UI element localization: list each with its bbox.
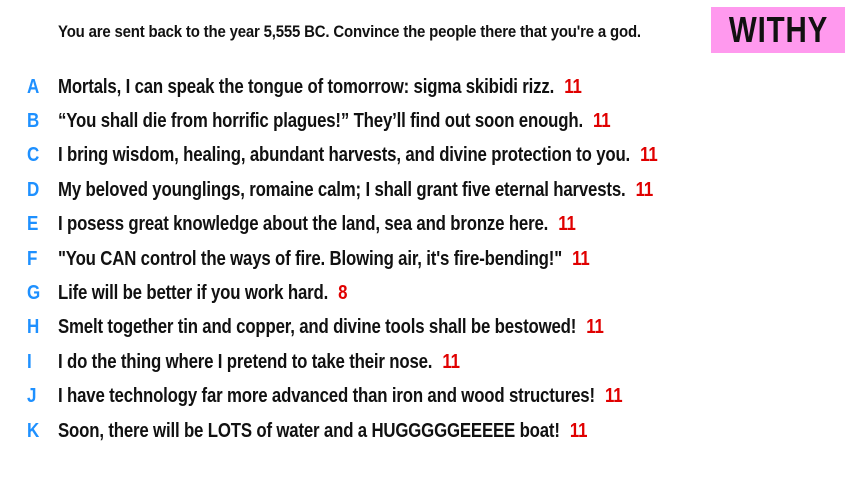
answer-content: “You shall die from horrific plagues!” T… bbox=[58, 110, 611, 133]
answer-text: I do the thing where I pretend to take t… bbox=[58, 350, 433, 373]
answer-letter: E bbox=[27, 213, 39, 236]
player-name-badge: WITHY bbox=[711, 7, 845, 53]
answer-text: I posess great knowledge about the land,… bbox=[58, 213, 549, 236]
answer-score: 11 bbox=[586, 316, 604, 339]
answer-text: Mortals, I can speak the tongue of tomor… bbox=[58, 75, 555, 98]
answer-row[interactable]: J I have technology far more advanced th… bbox=[0, 380, 853, 414]
question-prompt: You are sent back to the year 5,555 BC. … bbox=[58, 22, 641, 41]
answer-text: Life will be better if you work hard. bbox=[58, 282, 329, 305]
answer-row[interactable]: G Life will be better if you work hard. 8 bbox=[0, 276, 853, 310]
answer-score: 11 bbox=[572, 247, 590, 270]
answer-text: I bring wisdom, healing, abundant harves… bbox=[58, 144, 631, 167]
answer-row[interactable]: C I bring wisdom, healing, abundant harv… bbox=[0, 139, 853, 173]
answer-content: Life will be better if you work hard. 8 bbox=[58, 282, 348, 305]
answer-row[interactable]: A Mortals, I can speak the tongue of tom… bbox=[0, 70, 853, 104]
answer-content: I have technology far more advanced than… bbox=[58, 385, 623, 408]
answer-row[interactable]: D My beloved younglings, romaine calm; I… bbox=[0, 173, 853, 207]
answer-content: "You CAN control the ways of fire. Blowi… bbox=[58, 248, 590, 271]
answer-content: My beloved younglings, romaine calm; I s… bbox=[58, 179, 653, 202]
answer-row[interactable]: K Soon, there will be LOTS of water and … bbox=[0, 414, 853, 448]
answer-score: 11 bbox=[569, 419, 588, 442]
answer-letter: D bbox=[27, 178, 40, 201]
answer-letter: A bbox=[27, 75, 40, 98]
answer-content: Soon, there will be LOTS of water and a … bbox=[58, 420, 587, 443]
answer-content: Mortals, I can speak the tongue of tomor… bbox=[58, 76, 582, 99]
answer-score: 11 bbox=[593, 110, 611, 133]
answer-letter: I bbox=[27, 350, 32, 373]
answer-row[interactable]: I I do the thing where I pretend to take… bbox=[0, 345, 853, 379]
player-name: WITHY bbox=[728, 9, 828, 50]
answer-score: 11 bbox=[558, 213, 576, 236]
answer-row[interactable]: F "You CAN control the ways of fire. Blo… bbox=[0, 242, 853, 276]
answer-letter: C bbox=[27, 144, 40, 167]
answer-text: My beloved younglings, romaine calm; I s… bbox=[58, 178, 626, 201]
answer-content: Smelt together tin and copper, and divin… bbox=[58, 316, 604, 339]
answer-row[interactable]: E I posess great knowledge about the lan… bbox=[0, 208, 853, 242]
answer-score: 11 bbox=[442, 350, 460, 373]
answer-text: “You shall die from horrific plagues!” T… bbox=[58, 110, 583, 133]
answer-letter: F bbox=[27, 247, 38, 270]
answer-content: I bring wisdom, healing, abundant harves… bbox=[58, 144, 658, 167]
answer-content: I posess great knowledge about the land,… bbox=[58, 213, 576, 236]
answer-score: 11 bbox=[635, 178, 654, 201]
answer-letter: G bbox=[27, 282, 41, 305]
answer-text: "You CAN control the ways of fire. Blowi… bbox=[58, 247, 562, 270]
answer-text: Soon, there will be LOTS of water and a … bbox=[58, 419, 560, 442]
answer-content: I do the thing where I pretend to take t… bbox=[58, 351, 460, 374]
answer-letter: H bbox=[27, 316, 40, 339]
answer-list: A Mortals, I can speak the tongue of tom… bbox=[0, 70, 853, 448]
answer-score: 11 bbox=[640, 144, 658, 167]
answer-letter: J bbox=[27, 385, 37, 408]
answer-letter: K bbox=[27, 419, 40, 442]
answer-text: I have technology far more advanced than… bbox=[58, 385, 595, 408]
answer-letter: B bbox=[27, 110, 40, 133]
answer-row[interactable]: B “You shall die from horrific plagues!”… bbox=[0, 104, 853, 138]
answer-text: Smelt together tin and copper, and divin… bbox=[58, 316, 577, 339]
answer-score: 11 bbox=[604, 385, 623, 408]
answer-score: 8 bbox=[338, 282, 348, 305]
answer-score: 11 bbox=[564, 75, 582, 98]
answer-row[interactable]: H Smelt together tin and copper, and div… bbox=[0, 311, 853, 345]
